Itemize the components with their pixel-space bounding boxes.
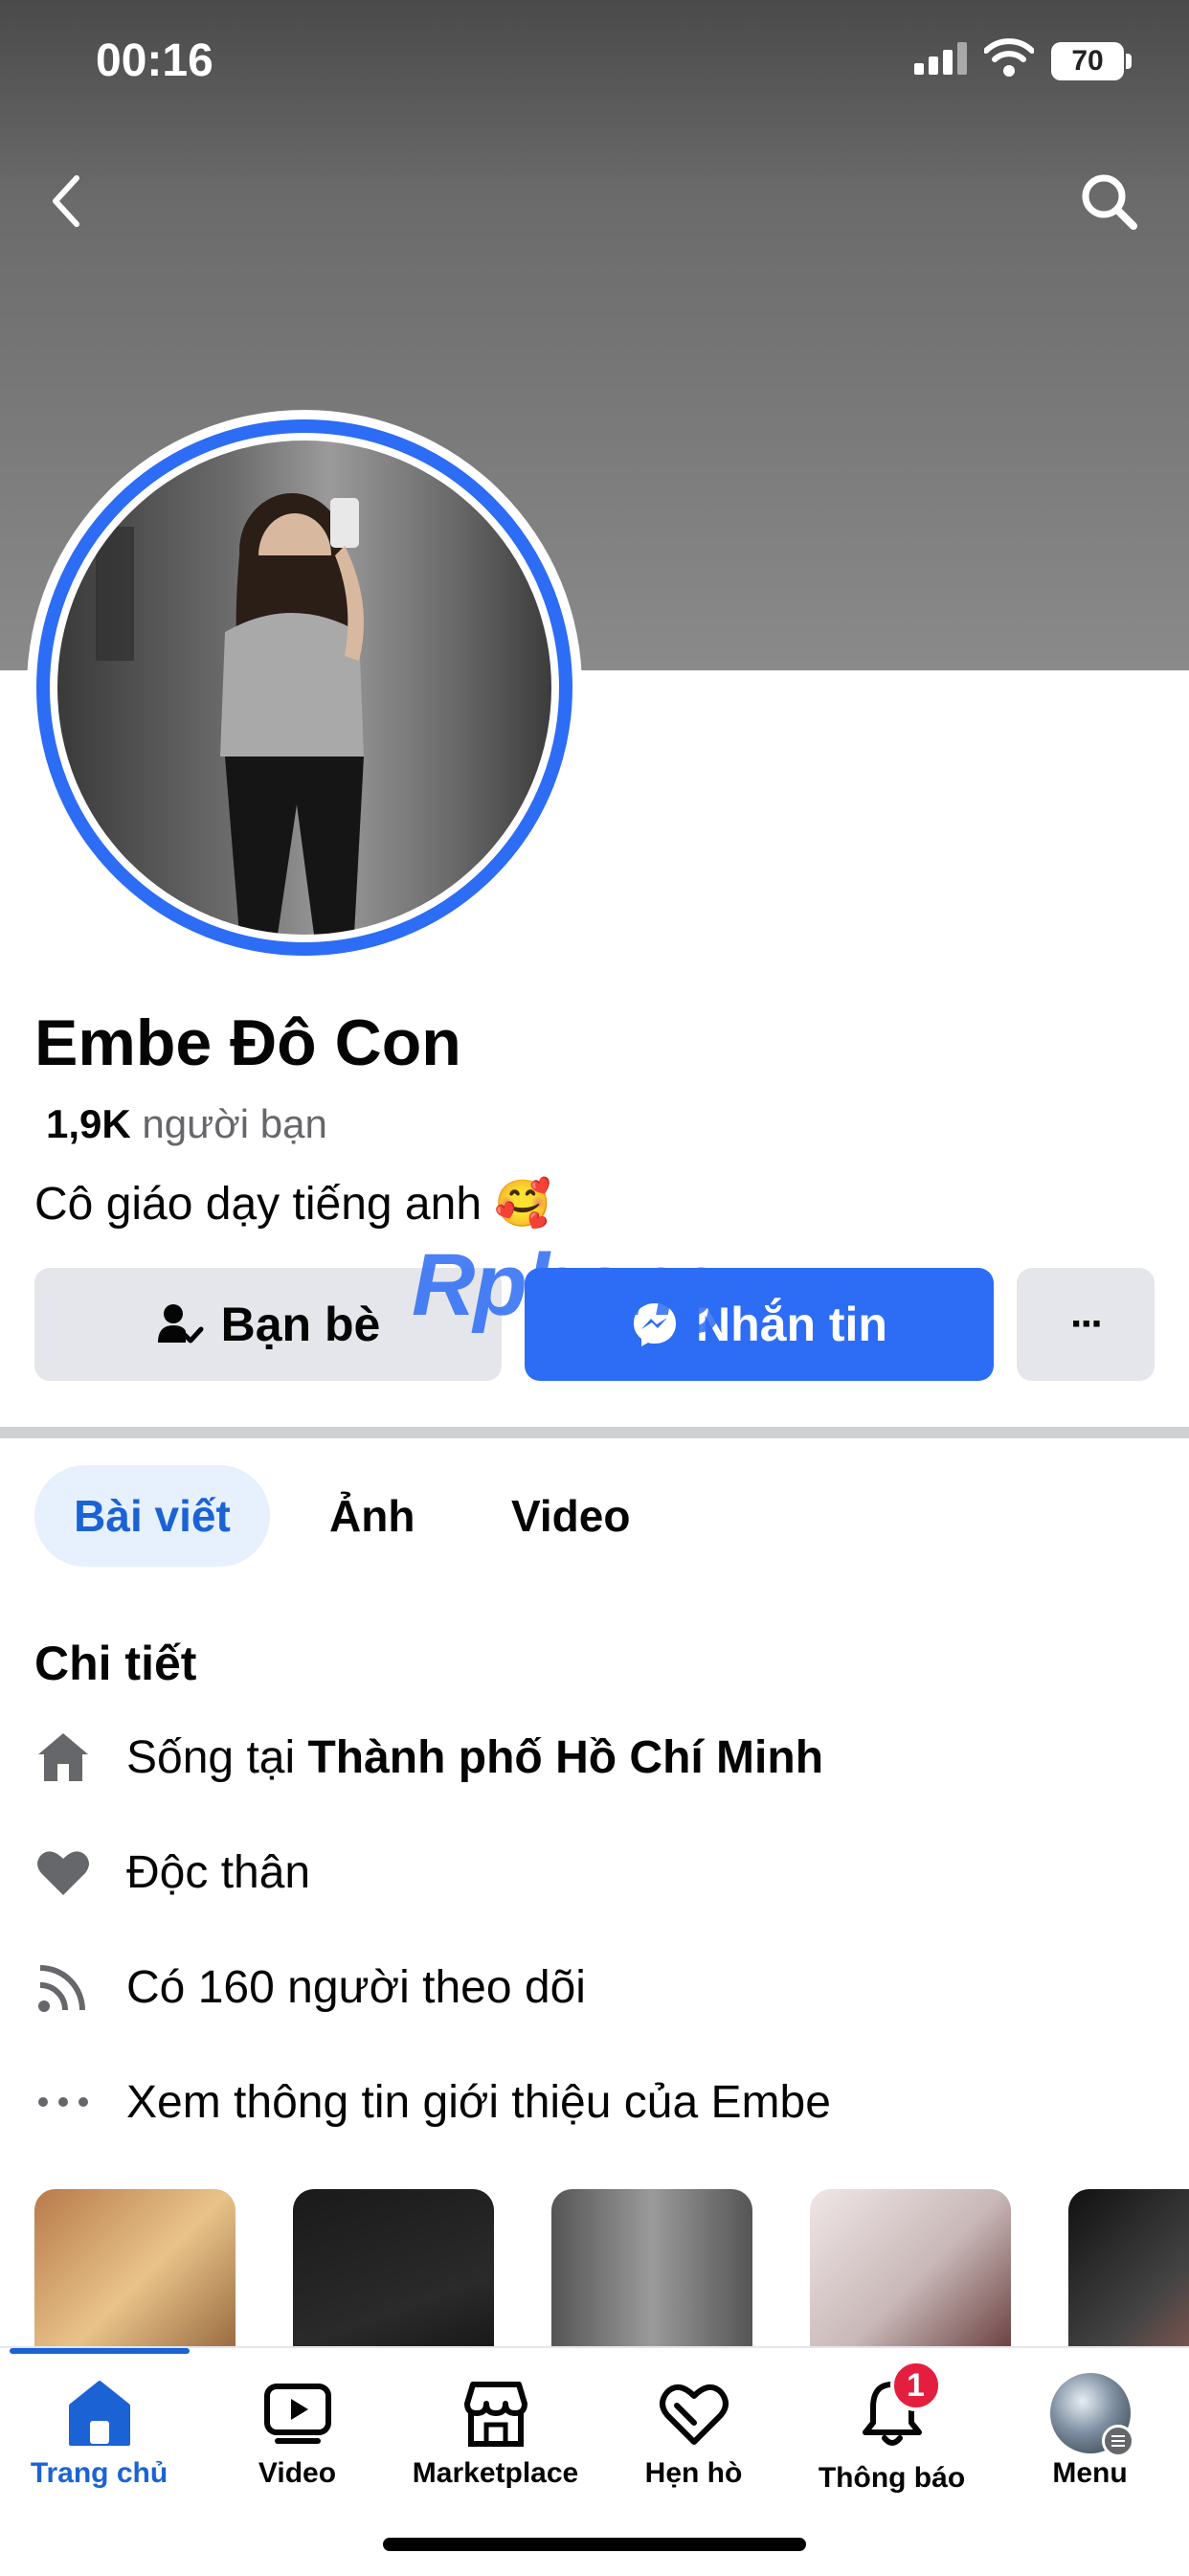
detail-see-about[interactable]: Xem thông tin giới thiệu của Embe <box>34 2068 831 2135</box>
nav-home-label: Trang chủ <box>30 2457 168 2489</box>
home-indicator <box>383 2538 806 2551</box>
see-about-link: Xem thông tin giới thiệu của Embe <box>126 2076 831 2128</box>
lives-in-city[interactable]: Thành phố Hồ Chí Minh <box>307 1731 823 1784</box>
nav-dating-label: Hẹn hò <box>644 2457 743 2489</box>
tab-photos[interactable]: Ảnh <box>329 1465 415 1567</box>
photo-thumbnail[interactable] <box>293 2189 494 2352</box>
tab-videos[interactable]: Video <box>511 1465 630 1567</box>
watermark: Rphang <box>412 1235 729 1336</box>
detail-followers[interactable]: Có 160 người theo dõi <box>34 1954 586 2021</box>
nav-video-label: Video <box>258 2457 337 2489</box>
chevron-left-icon <box>53 175 79 227</box>
rss-followers-icon <box>38 1965 85 2012</box>
heart-icon <box>37 1851 89 1895</box>
search-button[interactable] <box>1070 163 1147 239</box>
relationship-status: Độc thân <box>126 1846 311 1898</box>
photo-thumbnail[interactable] <box>551 2189 752 2352</box>
dating-heart-icon <box>659 2384 729 2445</box>
nav-menu-label: Menu <box>1052 2457 1128 2489</box>
more-icon: ··· <box>1070 1300 1105 1347</box>
nav-dating[interactable]: Hẹn hò <box>594 2377 793 2490</box>
detail-lives-in: Sống tại Thành phố Hồ Chí Minh <box>34 1724 823 1791</box>
menu-lines-icon <box>1101 2425 1134 2457</box>
nav-marketplace[interactable]: Marketplace <box>396 2377 594 2490</box>
watermark-part2: phang <box>473 1236 729 1334</box>
nav-notifications[interactable]: 1 Thông báo <box>793 2360 991 2495</box>
profile-name: Embe Đô Con <box>34 1006 461 1079</box>
nav-notifications-label: Thông báo <box>818 2462 966 2494</box>
status-time: 00:16 <box>96 35 213 86</box>
marketplace-icon <box>463 2382 527 2447</box>
house-icon <box>38 1733 88 1781</box>
more-options-button[interactable]: ··· <box>1017 1268 1155 1381</box>
friends-count-label: người bạn <box>142 1101 327 1146</box>
friend-check-icon <box>157 1304 204 1344</box>
active-tab-indicator <box>10 2348 190 2354</box>
section-divider <box>0 1427 1189 1438</box>
nav-marketplace-label: Marketplace <box>412 2457 579 2489</box>
search-icon <box>1082 174 1137 230</box>
photo-thumbnail[interactable] <box>810 2189 1011 2352</box>
back-button[interactable] <box>29 163 105 239</box>
notification-badge: 1 <box>889 2360 942 2411</box>
tab-posts[interactable]: Bài viết <box>34 1465 270 1567</box>
watermark-part1: R <box>412 1236 475 1334</box>
cellular-signal-icon <box>914 42 967 75</box>
detail-relationship: Độc thân <box>34 1839 310 1906</box>
friends-button-label: Bạn bè <box>220 1298 381 1351</box>
nav-video[interactable]: Video <box>198 2377 396 2490</box>
lives-in-prefix: Sống tại <box>126 1731 308 1783</box>
profile-avatar[interactable] <box>27 410 582 965</box>
friends-count[interactable]: 1,9K người bạn <box>46 1101 327 1147</box>
nav-menu[interactable]: Menu <box>991 2373 1189 2490</box>
nav-home[interactable]: Trang chủ <box>0 2377 198 2490</box>
profile-bio: Cô giáo dạy tiếng anh 🥰 <box>34 1179 552 1230</box>
battery-indicator: 70 <box>1051 42 1124 80</box>
details-title: Chi tiết <box>34 1637 197 1690</box>
photo-strip <box>0 2189 1189 2352</box>
friends-count-number: 1,9K <box>46 1101 131 1146</box>
followers-text: Có 160 người theo dõi <box>126 1961 586 2013</box>
photo-thumbnail[interactable] <box>34 2189 236 2352</box>
battery-tip <box>1126 54 1132 69</box>
photo-thumbnail[interactable] <box>1068 2189 1189 2352</box>
home-icon <box>68 2381 130 2446</box>
status-bar: 00:16 70 <box>0 0 1189 134</box>
video-icon <box>263 2384 331 2444</box>
wifi-icon <box>984 38 1034 77</box>
profile-photo <box>57 441 551 935</box>
more-dots-icon <box>38 2097 88 2107</box>
